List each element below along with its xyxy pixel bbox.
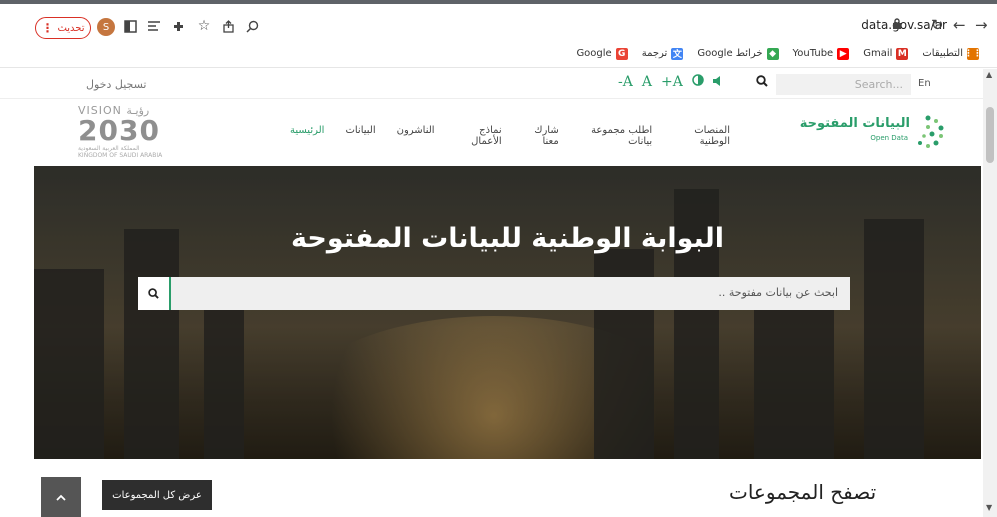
speaker-icon[interactable] bbox=[712, 74, 721, 90]
reading-list-icon[interactable] bbox=[144, 16, 164, 36]
translate-icon: 文 bbox=[671, 47, 684, 60]
hero-search-bar[interactable]: ابحث عن بيانات مفتوحة .. bbox=[138, 277, 850, 310]
reload-icon[interactable]: ↻ bbox=[931, 16, 944, 34]
bookmark-item[interactable]: ◆ خرائط Google bbox=[697, 47, 779, 60]
font-normal-button[interactable]: A bbox=[642, 74, 652, 90]
back-arrow-icon[interactable]: → bbox=[975, 16, 988, 34]
site-navigation: VISION رؤيـة 2030 المملكة العربية السعود… bbox=[0, 100, 983, 164]
bookmark-star-icon[interactable]: ☆ bbox=[194, 16, 214, 36]
browse-groups-title: تصفح المجموعات bbox=[729, 480, 877, 504]
extensions-icon[interactable] bbox=[168, 16, 188, 36]
forward-arrow-icon[interactable]: ← bbox=[953, 16, 966, 34]
hero-overlay bbox=[34, 166, 981, 459]
chevron-up-icon bbox=[56, 494, 66, 501]
nav-link[interactable]: الرئيسية bbox=[290, 125, 324, 147]
nav-link[interactable]: شارك معنا bbox=[523, 125, 559, 147]
side-panel-icon[interactable] bbox=[120, 16, 140, 36]
open-data-logo[interactable]: البيانات المفتوحة Open Data bbox=[800, 110, 950, 154]
nav-link[interactable]: البيانات bbox=[345, 125, 375, 147]
google-icon: G bbox=[615, 47, 628, 60]
logo-subtitle: Open Data bbox=[870, 134, 908, 142]
bookmark-item[interactable]: G Google bbox=[576, 47, 628, 60]
font-decrease-button[interactable]: -A bbox=[618, 74, 633, 90]
dots-logo-icon bbox=[918, 115, 944, 148]
scroll-to-top-button[interactable] bbox=[41, 477, 81, 517]
nav-link[interactable]: الناشرون bbox=[397, 125, 435, 147]
hero-search-input[interactable]: ابحث عن بيانات مفتوحة .. bbox=[718, 286, 838, 299]
bookmarks-bar: ⋮⋮ التطبيقات M Gmail ▶ YouTube ◆ خرائط Google 文 ت… bbox=[0, 40, 997, 68]
share-icon[interactable] bbox=[218, 16, 238, 36]
bookmark-label: Google bbox=[576, 48, 612, 59]
youtube-icon: ▶ bbox=[837, 47, 850, 60]
scroll-up-arrow-icon[interactable]: ▲ bbox=[986, 70, 992, 79]
bookmark-label: التطبيقات bbox=[922, 48, 963, 59]
menu-dots-icon: ⋮ bbox=[41, 21, 54, 35]
maps-icon: ◆ bbox=[766, 47, 779, 60]
main-nav-links: الرئيسية البيانات الناشرون نماذج الأعمال شار… bbox=[290, 125, 730, 147]
site-search-input[interactable]: Search... bbox=[776, 74, 911, 95]
vision-2030-logo[interactable]: VISION رؤيـة 2030 المملكة العربية السعود… bbox=[78, 104, 170, 160]
browser-toolbar: تحديث ⋮ S ☆ data.gov.sa/ar ↻ ← → bbox=[0, 4, 997, 40]
hero-banner: البوابة الوطنية للبيانات المفتوحة ابحث ع… bbox=[34, 166, 981, 459]
update-button[interactable]: تحديث ⋮ bbox=[35, 17, 91, 39]
zoom-icon[interactable] bbox=[242, 16, 262, 36]
vision-kingdom-text: المملكة العربية السعودية KINGDOM OF SAUD… bbox=[78, 145, 163, 159]
bookmark-item[interactable]: M Gmail bbox=[863, 47, 909, 60]
bookmark-item[interactable]: ▶ YouTube bbox=[792, 47, 850, 60]
bookmark-label: خرائط Google bbox=[697, 48, 763, 59]
contrast-icon[interactable] bbox=[692, 74, 704, 90]
profile-avatar[interactable]: S bbox=[97, 18, 115, 36]
vision-number: 2030 bbox=[78, 114, 160, 147]
site-utility-bar: تسجيل دخول -A A +A Search... En bbox=[0, 69, 983, 99]
scrollbar-thumb[interactable] bbox=[986, 107, 994, 163]
view-all-groups-button[interactable]: عرض كل المجموعات bbox=[102, 480, 212, 510]
apps-grid-icon: ⋮⋮ bbox=[964, 47, 982, 60]
hero-title: البوابة الوطنية للبيانات المفتوحة bbox=[291, 223, 724, 254]
gmail-icon: M bbox=[896, 47, 909, 60]
search-icon[interactable] bbox=[756, 75, 768, 91]
bookmark-label: Gmail bbox=[863, 48, 893, 59]
scroll-down-arrow-icon[interactable]: ▼ bbox=[986, 503, 992, 512]
nav-link[interactable]: نماذج الأعمال bbox=[456, 125, 502, 147]
bookmark-item[interactable]: ⋮⋮ التطبيقات bbox=[922, 47, 982, 60]
accessibility-controls: -A A +A bbox=[618, 74, 721, 90]
bookmark-label: ترجمة bbox=[641, 48, 668, 59]
page-scrollbar[interactable]: ▲ ▼ bbox=[983, 69, 997, 517]
hero-search-button[interactable] bbox=[138, 277, 171, 310]
login-link[interactable]: تسجيل دخول bbox=[86, 78, 147, 91]
bookmark-item[interactable]: 文 ترجمة bbox=[641, 47, 684, 60]
nav-link[interactable]: المنصات الوطنية bbox=[673, 125, 730, 147]
search-icon bbox=[148, 288, 159, 299]
lock-icon[interactable] bbox=[892, 18, 902, 33]
font-increase-button[interactable]: +A bbox=[661, 74, 683, 90]
language-switch[interactable]: En bbox=[918, 78, 931, 89]
nav-link[interactable]: اطلب مجموعة بيانات bbox=[580, 125, 652, 147]
bookmark-label: YouTube bbox=[792, 48, 834, 59]
logo-title: البيانات المفتوحة bbox=[799, 116, 910, 131]
update-label: تحديث bbox=[57, 22, 85, 34]
